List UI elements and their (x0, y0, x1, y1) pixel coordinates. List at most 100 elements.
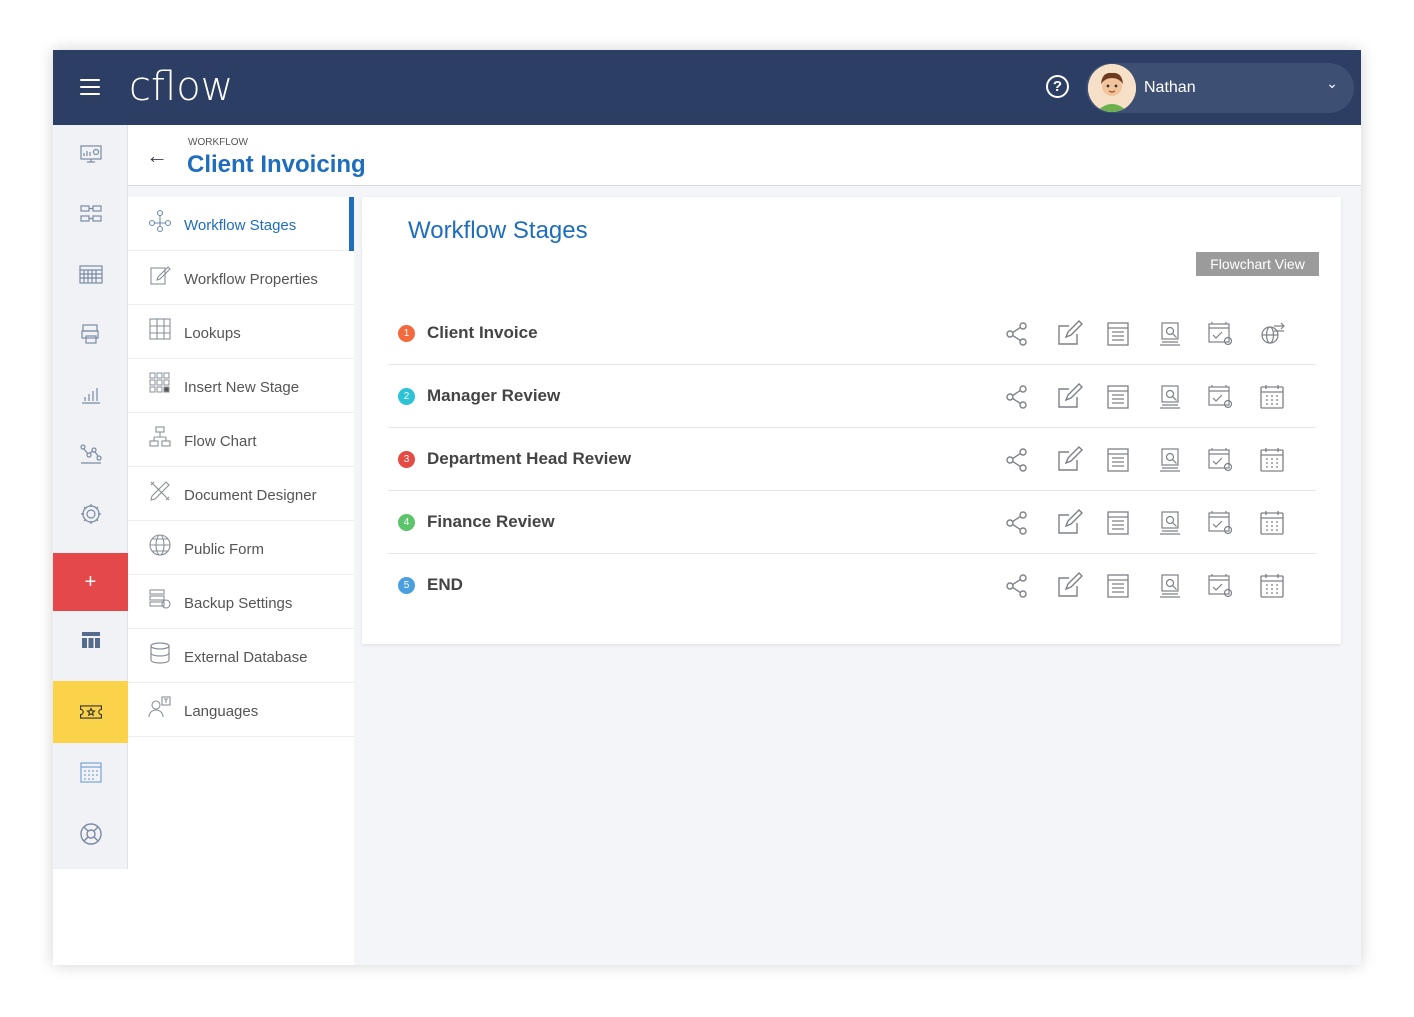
reviewer-icon[interactable] (1156, 572, 1184, 600)
avatar (1088, 64, 1136, 112)
analytics-icon[interactable] (53, 425, 128, 483)
edit-icon[interactable] (1055, 509, 1083, 537)
nav-workflow-properties[interactable]: Workflow Properties (128, 251, 354, 305)
table-icon[interactable] (53, 611, 128, 669)
share-icon[interactable] (1003, 320, 1031, 348)
backup-icon (149, 589, 171, 609)
calendar-icon[interactable] (1258, 572, 1286, 600)
left-rail: + (53, 125, 128, 965)
edit-icon[interactable] (1055, 446, 1083, 474)
schedule-icon[interactable] (1206, 509, 1234, 537)
calendar-icon[interactable] (1258, 446, 1286, 474)
flow-chart-icon (149, 426, 171, 447)
logo[interactable]: cflow (129, 64, 233, 110)
add-icon[interactable]: + (53, 553, 128, 611)
stage-name[interactable]: Department Head Review (427, 449, 631, 469)
reviewer-icon[interactable] (1156, 320, 1184, 348)
nav-label: Insert New Stage (184, 379, 300, 396)
flowchart-view-button[interactable]: Flowchart View (1196, 252, 1319, 276)
calendar-icon[interactable] (1258, 509, 1286, 537)
share-icon[interactable] (1003, 383, 1031, 411)
chevron-down-icon: ⌄ (1326, 75, 1338, 91)
printer-icon[interactable] (53, 305, 128, 363)
menu-icon[interactable] (80, 79, 100, 95)
stage-number-badge: 3 (398, 451, 415, 468)
nav-label: Flow Chart (184, 433, 257, 450)
dashboard-icon[interactable] (53, 125, 128, 183)
share-icon[interactable] (1003, 509, 1031, 537)
stage-row[interactable]: 2 Manager Review (388, 365, 1316, 428)
nav-document-designer[interactable]: Document Designer (128, 467, 354, 521)
stages-card: Workflow Stages Flowchart View 1 Client I… (362, 197, 1341, 644)
share-icon[interactable] (1003, 446, 1031, 474)
user-menu[interactable]: Nathan ⌄ (1086, 63, 1354, 113)
form-icon[interactable] (1104, 446, 1132, 474)
page-header: ← WORKFLOW Client Invoicing (128, 125, 1361, 186)
breadcrumb[interactable]: WORKFLOW (188, 137, 248, 148)
nav-label: Workflow Stages (184, 217, 297, 234)
nav-public-form[interactable]: Public Form (128, 521, 354, 575)
calendar-icon[interactable] (1258, 383, 1286, 411)
workflow-sidenav: Workflow Stages Workflow Properties Look… (128, 197, 354, 965)
stage-number-badge: 5 (398, 577, 415, 594)
reports-icon[interactable] (53, 365, 128, 423)
share-icon[interactable] (1003, 572, 1031, 600)
schedule-icon[interactable] (1206, 383, 1234, 411)
stage-row[interactable]: 5 END (388, 554, 1316, 617)
reviewer-icon[interactable] (1156, 383, 1184, 411)
back-arrow-icon[interactable]: ← (146, 143, 168, 169)
nav-backup-settings[interactable]: Backup Settings (128, 575, 354, 629)
stage-name[interactable]: Client Invoice (427, 323, 538, 343)
app-frame: cflow ? Nathan ⌄ + ← WORKFLOW Client Inv… (53, 50, 1361, 965)
calendar-icon[interactable] (53, 743, 128, 801)
nav-label: Workflow Properties (184, 271, 318, 288)
form-icon[interactable] (1104, 320, 1132, 348)
stage-number-badge: 1 (398, 325, 415, 342)
globe-icon (149, 534, 171, 556)
nav-lookups[interactable]: Lookups (128, 305, 354, 359)
stage-row[interactable]: 3 Department Head Review (388, 428, 1316, 491)
nav-label: Backup Settings (184, 595, 293, 612)
workflow-icon[interactable] (53, 185, 128, 243)
edit-icon[interactable] (1055, 572, 1083, 600)
nav-external-database[interactable]: External Database (128, 629, 354, 683)
lookup-table-icon (149, 318, 171, 340)
form-icon[interactable] (1104, 572, 1132, 600)
nav-flow-chart[interactable]: Flow Chart (128, 413, 354, 467)
nav-label: Document Designer (184, 487, 317, 504)
settings-icon[interactable] (53, 485, 128, 543)
schedule-icon[interactable] (1206, 320, 1234, 348)
page-title: Client Invoicing (187, 151, 366, 178)
calendar-grid-icon[interactable] (53, 245, 128, 303)
edit-icon[interactable] (1055, 320, 1083, 348)
schedule-icon[interactable] (1206, 572, 1234, 600)
stage-row[interactable]: 4 Finance Review (388, 491, 1316, 554)
stage-number-badge: 2 (398, 388, 415, 405)
support-icon[interactable] (53, 805, 128, 863)
stage-name[interactable]: Finance Review (427, 512, 555, 532)
document-designer-icon (150, 481, 170, 501)
stage-row[interactable]: 1 Client Invoice (388, 302, 1316, 365)
globe-transfer-icon[interactable] (1258, 320, 1286, 348)
nav-label: Public Form (184, 541, 265, 558)
nav-insert-new-stage[interactable]: Insert New Stage (128, 359, 354, 413)
active-indicator (349, 197, 354, 251)
reviewer-icon[interactable] (1156, 509, 1184, 537)
form-icon[interactable] (1104, 509, 1132, 537)
nav-label: External Database (184, 649, 308, 666)
edit-icon[interactable] (1055, 383, 1083, 411)
workflow-stages-icon (148, 209, 172, 233)
nav-label: Lookups (184, 325, 241, 342)
nav-workflow-stages[interactable]: Workflow Stages (128, 197, 354, 251)
help-icon[interactable]: ? (1046, 75, 1069, 98)
database-icon (150, 642, 170, 664)
ticket-icon[interactable] (53, 681, 128, 743)
form-icon[interactable] (1104, 383, 1132, 411)
top-bar: cflow ? Nathan ⌄ (53, 50, 1361, 125)
stage-name[interactable]: END (427, 575, 463, 595)
reviewer-icon[interactable] (1156, 446, 1184, 474)
stage-number-badge: 4 (398, 514, 415, 531)
stage-name[interactable]: Manager Review (427, 386, 560, 406)
nav-languages[interactable]: Languages (128, 683, 354, 737)
schedule-icon[interactable] (1206, 446, 1234, 474)
